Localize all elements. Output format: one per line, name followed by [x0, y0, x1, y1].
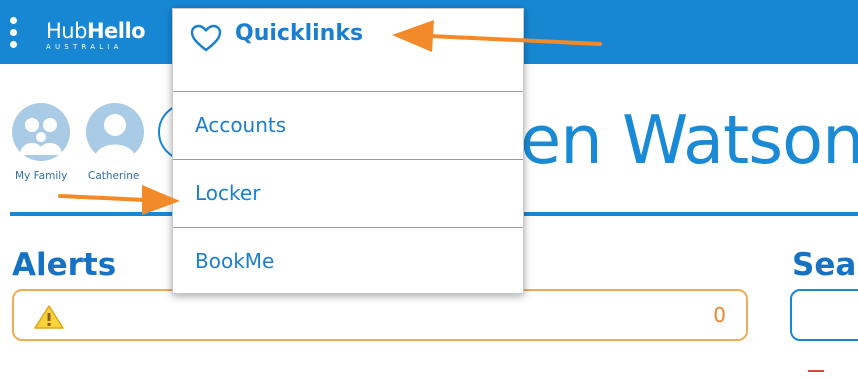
menu-separator: [173, 91, 523, 92]
menu-item-bookme[interactable]: BookMe: [195, 249, 274, 273]
alerts-box[interactable]: 0: [12, 289, 748, 341]
heart-icon: [189, 23, 223, 57]
search-title: Sear: [792, 247, 858, 283]
menu-item-locker[interactable]: Locker: [195, 181, 260, 205]
search-input[interactable]: [790, 289, 858, 341]
menu-separator: [173, 227, 523, 228]
alerts-title: Alerts: [12, 247, 117, 283]
alerts-count: 0: [713, 303, 726, 327]
person-avatar-icon[interactable]: [86, 103, 144, 161]
menu-item-accounts[interactable]: Accounts: [195, 113, 286, 137]
user-name-heading: en Watson: [520, 101, 858, 179]
warning-icon: [34, 305, 64, 333]
family-avatar-icon[interactable]: [12, 103, 70, 161]
quicklinks-label: Quicklinks: [235, 21, 364, 46]
annotation-arrow-locker: [58, 185, 180, 215]
annotation-arrow-quicklinks: [392, 20, 602, 52]
menu-separator: [173, 159, 523, 160]
hubhello-logo[interactable]: HubHello AUSTRALIA: [46, 20, 146, 51]
decorative-mark: [808, 370, 824, 372]
kebab-menu-icon[interactable]: [10, 17, 18, 51]
